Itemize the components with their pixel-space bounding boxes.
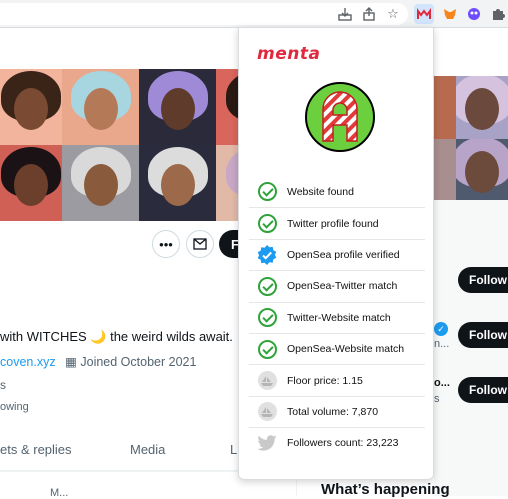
suggestion-handle: s [434, 393, 440, 405]
check-label: Twitter-Website match [287, 311, 391, 324]
check-row-twitter: Twitter profile found [249, 207, 425, 238]
feed-snippet: M... [50, 487, 69, 499]
banner-tile [434, 139, 456, 202]
metamask-fox-icon[interactable] [440, 4, 460, 24]
check-row-twitter-website: Twitter-Website match [249, 301, 425, 333]
purple-extension-icon[interactable] [464, 4, 484, 24]
twitter-bird-icon [257, 435, 277, 451]
menta-avatar [305, 82, 375, 152]
check-label: OpenSea-Twitter match [287, 280, 398, 293]
calendar-icon: ▦ [65, 355, 77, 369]
profile-bio: with WITCHES 🌙 the weird wilds await. [0, 329, 233, 344]
sidebar-banner [434, 76, 508, 202]
verified-badge-icon: ✓ [434, 322, 448, 336]
check-row-opensea-twitter: OpenSea-Twitter match [249, 270, 425, 301]
profile-joined: ▦ Joined October 2021 [65, 355, 197, 369]
followers-stat[interactable]: owing [0, 401, 29, 413]
browser-toolbar: ☆ [0, 0, 508, 28]
following-stat[interactable]: s [0, 378, 6, 392]
banner-tile [62, 69, 139, 145]
check-label: OpenSea-Website match [287, 343, 405, 356]
opensea-boat-icon [257, 402, 277, 422]
download-icon[interactable] [336, 5, 354, 23]
banner-tile [62, 145, 139, 221]
check-circle-icon [257, 276, 277, 296]
menta-extension-icon[interactable] [414, 4, 434, 24]
check-circle-icon [257, 182, 277, 202]
check-label: OpenSea profile verified [287, 248, 400, 261]
banner-tile [139, 145, 216, 221]
menta-extension-popup: menta Website found Twitter profile foun… [238, 27, 434, 480]
menta-logo: menta [257, 44, 321, 64]
suggestion-handle: n... [434, 338, 450, 350]
check-row-opensea-verified: OpenSea profile verified [249, 238, 425, 270]
verified-badge-icon [257, 244, 277, 265]
banner-tile [456, 76, 508, 139]
tab-media[interactable]: Media [130, 442, 165, 457]
stat-row-floor-price: Floor price: 1.15 [249, 364, 425, 395]
follow-button-1[interactable]: Follow [458, 267, 508, 293]
suggestion-name: o... [434, 377, 450, 389]
verification-list: Website found Twitter profile found Open… [249, 176, 425, 459]
follow-button-3[interactable]: Follow [458, 377, 508, 403]
bookmark-star-icon[interactable]: ☆ [384, 5, 402, 23]
whats-happening-heading: What’s happening [321, 481, 450, 498]
stat-row-total-volume: Total volume: 7,870 [249, 395, 425, 427]
check-row-opensea-website: OpenSea-Website match [249, 332, 425, 364]
banner-tile [0, 145, 62, 221]
banner-tile [456, 139, 508, 202]
banner-tile [0, 69, 62, 145]
banner-tile [434, 76, 456, 139]
stat-row-followers: Followers count: 23,223 [249, 427, 425, 458]
message-button[interactable] [186, 230, 214, 258]
check-circle-icon [257, 214, 277, 234]
profile-meta: coven.xyz ▦ Joined October 2021 [0, 354, 196, 369]
check-circle-icon [257, 339, 277, 359]
puzzle-extensions-icon[interactable] [488, 4, 508, 24]
stat-label: Floor price: 1.15 [287, 374, 363, 387]
check-circle-icon [257, 308, 277, 328]
follow-button-2[interactable]: Follow [458, 322, 508, 348]
opensea-boat-icon [257, 371, 277, 391]
check-label: Twitter profile found [287, 217, 379, 230]
more-options-button[interactable]: ••• [152, 230, 180, 258]
tab-tweets-replies[interactable]: ets & replies [0, 442, 72, 457]
stat-label: Followers count: 23,223 [287, 437, 399, 450]
check-label: Website found [287, 185, 354, 198]
candy-cane-letter-icon [322, 91, 358, 142]
share-icon[interactable] [360, 5, 378, 23]
profile-website-link[interactable]: coven.xyz [0, 355, 56, 369]
stat-label: Total volume: 7,870 [287, 405, 379, 418]
envelope-icon [193, 238, 207, 250]
check-row-website: Website found [249, 176, 425, 207]
banner-tile [139, 69, 216, 145]
